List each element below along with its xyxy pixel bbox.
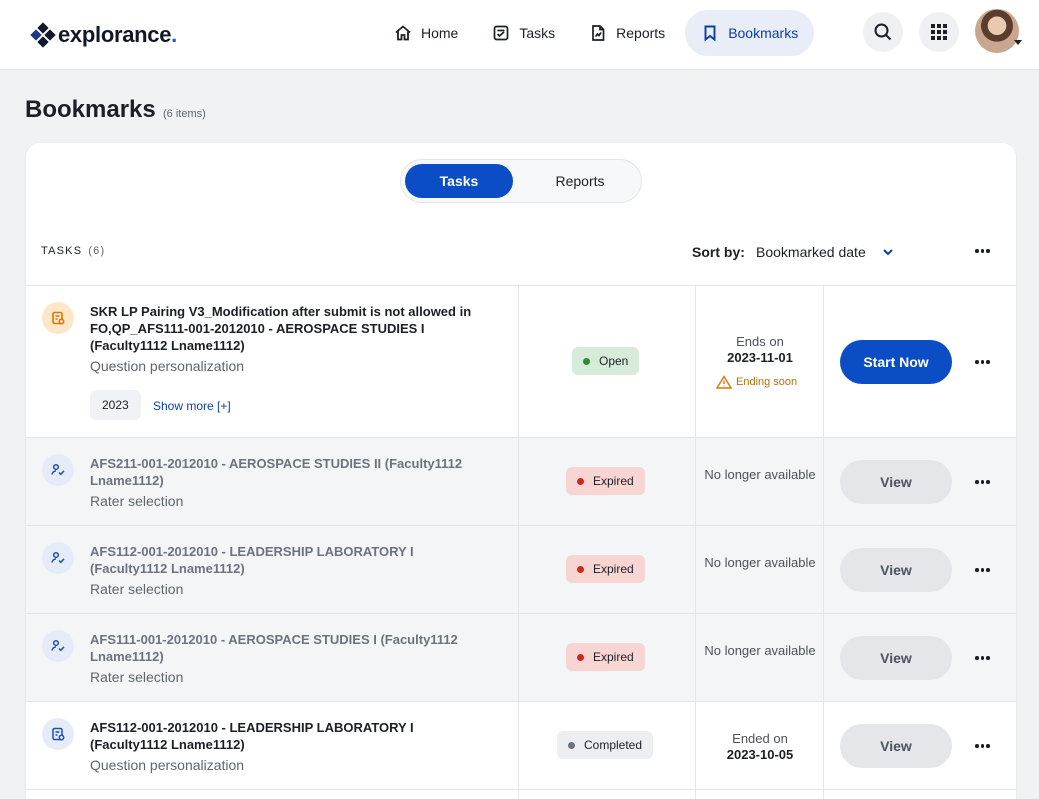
status-badge: Expired [566, 467, 645, 495]
task-type: Question personalization [90, 358, 245, 374]
status-text: Expired [593, 650, 634, 664]
view-button[interactable]: View [840, 460, 952, 504]
sort-label: Sort by: [692, 244, 745, 260]
chevron-down-icon[interactable] [882, 246, 894, 258]
nav-home-label: Home [421, 25, 459, 41]
rater-selection-icon [42, 454, 74, 486]
tab-reports[interactable]: Reports [523, 164, 637, 198]
date-label: No longer available [704, 643, 816, 658]
top-bar: explorance. Home Tasks Reports Bookmarks [0, 0, 1039, 70]
section-count: (6) [88, 245, 106, 257]
search-button[interactable] [863, 12, 903, 52]
year-chip: 2023 [90, 390, 141, 420]
sort-select-value[interactable]: Bookmarked date [756, 244, 866, 260]
nav-bookmarks-label: Bookmarks [728, 25, 799, 41]
task-row: AFS112-001-2012010 - LEADERSHIP LABORATO… [26, 701, 1016, 789]
status-text: Expired [593, 562, 634, 576]
page-item-count: (6 items) [163, 108, 206, 120]
task-title[interactable]: AFS112-001-2012010 - LEADERSHIP LABORATO… [90, 543, 490, 577]
status-badge: Completed [557, 731, 654, 759]
view-button[interactable]: View [840, 636, 952, 680]
nav-tasks[interactable]: Tasks [478, 10, 569, 56]
status-dot-icon [568, 741, 575, 749]
task-row: AFS112-001-2012010 - LEADERSHIP LABORATO… [26, 525, 1016, 613]
rater-selection-icon [42, 630, 74, 662]
view-button[interactable]: View [840, 724, 952, 768]
nav-reports-label: Reports [616, 25, 666, 41]
task-title[interactable]: AFS112-001-2012010 - LEADERSHIP LABORATO… [90, 719, 490, 753]
row-more-options-button[interactable] [975, 480, 990, 484]
status-badge: Open [572, 347, 640, 375]
date-label: Ended on [732, 731, 788, 746]
status-dot-icon [577, 565, 584, 573]
task-title[interactable]: AFS111-001-2012010 - AEROSPACE STUDIES I… [90, 631, 490, 665]
task-row: SKR LP Pairing V3_Modification after sub… [26, 285, 1016, 437]
tab-tasks[interactable]: Tasks [405, 164, 513, 198]
home-icon [395, 25, 411, 41]
task-row [26, 789, 1016, 799]
date-label: No longer available [704, 467, 816, 482]
task-type: Rater selection [90, 493, 184, 509]
bookmark-icon [704, 25, 716, 42]
row-more-options-button[interactable] [975, 744, 990, 748]
apps-grid-icon [931, 24, 947, 40]
nav-home[interactable]: Home [380, 10, 472, 56]
start-now-button[interactable]: Start Now [840, 340, 952, 384]
row-more-options-button[interactable] [975, 656, 990, 660]
task-type: Rater selection [90, 581, 184, 597]
section-label-text: TASKS [41, 245, 83, 257]
warning-icon [716, 375, 732, 389]
brand-name: explorance [58, 22, 172, 47]
task-title[interactable]: SKR LP Pairing V3_Modification after sub… [90, 303, 490, 354]
row-more-options-button[interactable] [975, 360, 990, 364]
avatar-caret-icon[interactable] [1014, 40, 1022, 45]
search-icon [874, 23, 892, 41]
status-badge: Expired [566, 643, 645, 671]
status-text: Expired [593, 474, 634, 488]
date-label: Ends on [736, 334, 784, 349]
task-row: AFS111-001-2012010 - AEROSPACE STUDIES I… [26, 613, 1016, 701]
section-label: TASKS (6) [41, 245, 105, 257]
nav-reports[interactable]: Reports [575, 10, 679, 56]
status-text: Open [599, 354, 629, 368]
status-badge: Expired [566, 555, 645, 583]
ending-soon-warning: Ending soon [716, 375, 797, 389]
list-more-options-button[interactable] [975, 249, 990, 253]
task-type: Question personalization [90, 757, 245, 773]
date-label: No longer available [704, 555, 816, 570]
nav-bookmarks[interactable]: Bookmarks [685, 10, 815, 56]
date-value: 2023-11-01 [727, 350, 793, 365]
task-title[interactable]: AFS211-001-2012010 - AEROSPACE STUDIES I… [90, 455, 490, 489]
question-personalization-icon [42, 302, 74, 334]
bookmarks-card: Tasks Reports TASKS (6) Sort by: Bookmark… [26, 143, 1016, 799]
user-avatar[interactable] [975, 9, 1019, 53]
task-row: AFS211-001-2012010 - AEROSPACE STUDIES I… [26, 437, 1016, 525]
reports-icon [592, 25, 605, 41]
status-dot-icon [577, 653, 584, 661]
brand-dot: . [171, 22, 177, 47]
page-title: Bookmarks [25, 96, 156, 123]
apps-menu-button[interactable] [919, 12, 959, 52]
row-more-options-button[interactable] [975, 568, 990, 572]
status-dot-icon [577, 477, 584, 485]
status-text: Completed [584, 738, 643, 752]
date-value: 2023-10-05 [726, 747, 794, 762]
bookmark-type-toggle: Tasks Reports [400, 159, 642, 203]
main-nav: Home Tasks Reports Bookmarks [380, 10, 820, 56]
rater-selection-icon [42, 542, 74, 574]
logo-mark-icon [30, 22, 56, 48]
brand-logo[interactable]: explorance. [30, 22, 177, 48]
tasks-icon [494, 25, 509, 41]
view-button[interactable]: View [840, 548, 952, 592]
warning-text: Ending soon [736, 376, 798, 388]
nav-tasks-label: Tasks [519, 25, 556, 41]
task-type: Rater selection [90, 669, 184, 685]
question-personalization-icon [42, 718, 74, 750]
status-dot-icon [583, 357, 590, 365]
show-more-link[interactable]: Show more [+] [153, 399, 231, 413]
